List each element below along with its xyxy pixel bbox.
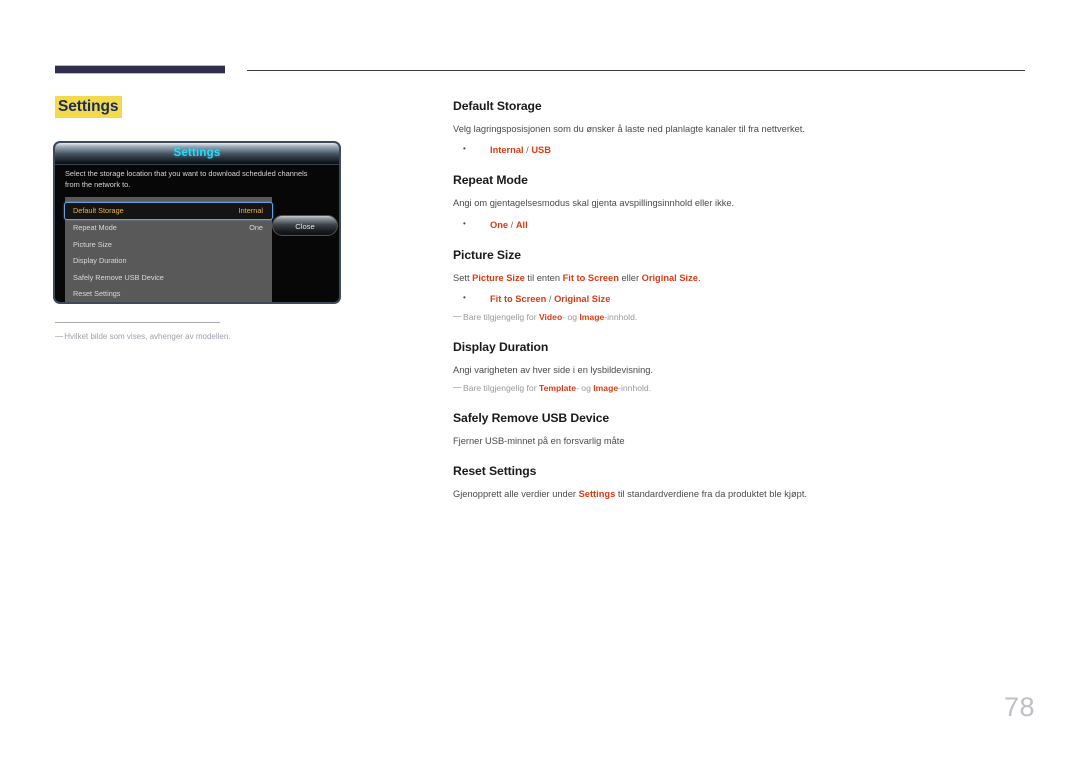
section-heading: Default Storage — [453, 99, 542, 113]
option-value: Fit to Screen — [490, 294, 547, 305]
note-term: Image — [593, 383, 619, 394]
desc-term: Picture Size — [472, 272, 525, 283]
content-column: Default Storage Velg lagringsposisjonen … — [453, 99, 1028, 502]
osd-row-label: Reset Settings — [73, 289, 121, 298]
osd-row-label: Repeat Mode — [73, 223, 117, 232]
footnote-text: Hvilket bilde som vises, avhenger av mod… — [64, 332, 231, 341]
osd-screenshot-panel: Settings Select the storage location tha… — [53, 141, 341, 304]
osd-row-default-storage[interactable]: Default Storage Internal — [64, 202, 273, 220]
section-display-duration: Display Duration Angi varigheten av hver… — [453, 340, 1028, 395]
section-description: Angi om gjentagelsesmodus skal gjenta av… — [453, 198, 735, 209]
note-term: Video — [538, 312, 563, 323]
left-column: Settings — [55, 96, 405, 119]
osd-row-repeat-mode[interactable]: Repeat Mode One — [65, 220, 272, 237]
section-note: — Bare tilgjengelig for Video- og Image-i… — [453, 311, 1028, 323]
section-heading: Repeat Mode — [453, 173, 528, 188]
section-description: Angi varigheten av hver side i en lysbil… — [453, 364, 653, 375]
option-value: USB — [531, 145, 551, 156]
section-heading: Picture Size — [453, 247, 521, 262]
note-text: Bare tilgjengelig for — [463, 312, 539, 323]
note-term: Image — [579, 312, 605, 323]
section-default-storage: Default Storage Velg lagringsposisjonen … — [453, 99, 1028, 157]
option-list: One / All — [453, 218, 1028, 232]
section-description: Sett Picture Size til enten Fit to Scree… — [453, 272, 1028, 285]
section-note: — Bare tilgjengelig for Template- og Imag… — [453, 382, 1028, 394]
footnote-divider — [55, 322, 220, 323]
osd-row-value: One — [249, 223, 263, 232]
footnote-dash-icon: — — [55, 332, 63, 341]
section-heading: Display Duration — [453, 339, 549, 354]
osd-title: Settings — [173, 147, 221, 159]
note-term: Template — [538, 383, 577, 394]
option-value: Internal — [490, 145, 524, 156]
osd-row-reset-settings[interactable]: Reset Settings — [65, 286, 272, 302]
desc-text: Gjenopprett alle verdier under — [453, 489, 579, 500]
osd-titlebar: Settings — [55, 143, 339, 165]
osd-row-label: Picture Size — [73, 239, 112, 249]
osd-row-value: Internal — [238, 206, 263, 215]
osd-close-button[interactable]: Close — [272, 215, 338, 236]
osd-row-label: Display Duration — [73, 256, 127, 265]
option-value: Original Size — [554, 294, 611, 305]
option-separator: / — [508, 219, 516, 230]
page-number: 78 — [1003, 692, 1035, 722]
osd-row-display-duration[interactable]: Display Duration — [65, 253, 272, 270]
note-text: - og — [576, 383, 594, 394]
option-list: Fit to Screen / Original Size — [453, 292, 1028, 306]
note-dash-icon: — — [453, 382, 462, 393]
note-text: -innhold. — [604, 312, 638, 323]
section-description: Gjenopprett alle verdier under Settings … — [453, 488, 1028, 501]
osd-row-picture-size[interactable]: Picture Size — [65, 237, 272, 254]
section-safely-remove-usb-device: Safely Remove USB Device Fjerner USB-min… — [453, 411, 1028, 448]
osd-row-label: Default Storage — [73, 206, 124, 215]
page-title: Settings — [55, 96, 123, 119]
header-accent-bar — [55, 65, 225, 74]
desc-text: til enten — [524, 272, 563, 283]
desc-term: Original Size — [641, 272, 698, 283]
option-list: Internal / USB — [453, 143, 1028, 157]
desc-text: . — [697, 272, 701, 283]
note-text: - og — [562, 312, 580, 323]
section-reset-settings: Reset Settings Gjenopprett alle verdier … — [453, 464, 1028, 501]
osd-row-label: Safely Remove USB Device — [73, 272, 164, 282]
option-separator: / — [546, 294, 555, 305]
desc-text: til standardverdiene fra da produktet bl… — [615, 489, 808, 500]
option-value: One — [490, 219, 509, 230]
section-picture-size: Picture Size Sett Picture Size til enten… — [453, 248, 1028, 324]
section-repeat-mode: Repeat Mode Angi om gjentagelsesmodus sk… — [453, 173, 1028, 231]
desc-text: eller — [618, 272, 642, 283]
desc-term: Fit to Screen — [562, 272, 619, 283]
note-text: Bare tilgjengelig for — [463, 383, 539, 394]
section-heading: Reset Settings — [453, 464, 537, 479]
desc-term: Settings — [578, 489, 616, 500]
image-footnote: — Hvilket bilde som vises, avhenger av m… — [55, 331, 375, 343]
section-heading: Safely Remove USB Device — [453, 410, 610, 425]
desc-text: Sett — [453, 272, 473, 283]
option-value: All — [515, 219, 528, 230]
osd-menu-list: Default Storage Internal Repeat Mode One… — [64, 197, 273, 302]
header-divider-rule — [247, 70, 1025, 71]
section-description: Velg lagringsposisjonen som du ønsker å … — [453, 124, 805, 134]
note-text: -innhold. — [618, 383, 652, 394]
osd-row-safely-remove-usb-device[interactable]: Safely Remove USB Device — [65, 270, 272, 287]
note-dash-icon: — — [453, 311, 462, 322]
osd-description: Select the storage location that you wan… — [65, 169, 308, 189]
section-description: Fjerner USB-minnet på en forsvarlig måte — [453, 435, 625, 446]
